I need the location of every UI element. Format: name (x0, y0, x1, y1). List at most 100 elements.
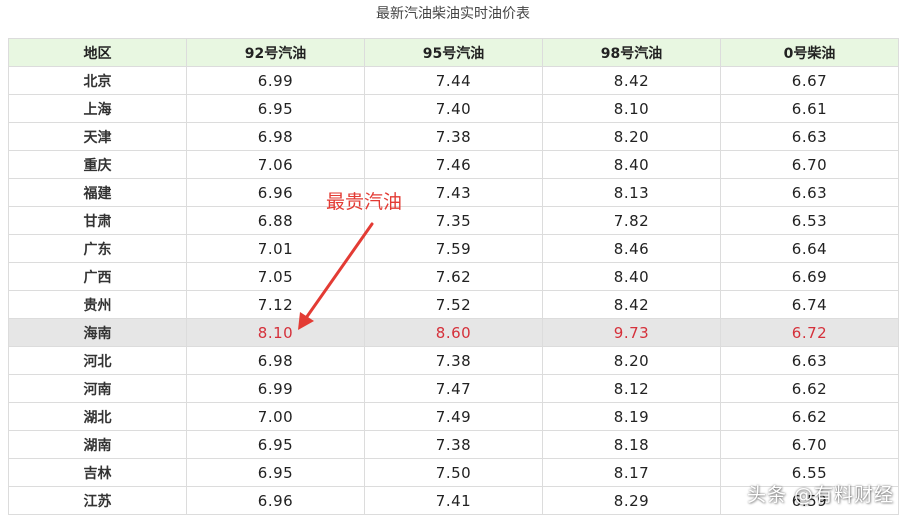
cell-98: 8.13 (542, 178, 721, 207)
table-row: 河南 6.99 7.47 8.12 6.62 (8, 374, 899, 403)
cell-95: 7.49 (364, 402, 543, 431)
cell-92: 6.98 (186, 122, 365, 151)
table-row: 天津 6.98 7.38 8.20 6.63 (8, 122, 899, 151)
cell-95: 7.52 (364, 290, 543, 319)
cell-region: 河北 (8, 346, 187, 375)
cell-92: 6.98 (186, 346, 365, 375)
header-diesel-0: 0号柴油 (720, 38, 899, 67)
cell-diesel-0: 6.63 (720, 346, 899, 375)
cell-98: 8.40 (542, 262, 721, 291)
cell-region: 上海 (8, 94, 187, 123)
cell-diesel-0: 6.70 (720, 150, 899, 179)
cell-92: 7.06 (186, 150, 365, 179)
cell-95: 7.40 (364, 94, 543, 123)
cell-diesel-0: 6.64 (720, 234, 899, 263)
cell-95: 8.60 (364, 318, 543, 347)
table-row: 湖北 7.00 7.49 8.19 6.62 (8, 402, 899, 431)
table-row: 海南 8.10 8.60 9.73 6.72 (8, 318, 899, 347)
cell-region: 江苏 (8, 486, 187, 515)
cell-diesel-0: 6.63 (720, 122, 899, 151)
cell-98: 8.42 (542, 66, 721, 95)
cell-region: 甘肃 (8, 206, 187, 235)
table-row: 北京 6.99 7.44 8.42 6.67 (8, 66, 899, 95)
table-body: 北京 6.99 7.44 8.42 6.67 上海 6.95 7.40 8.10 6.61 天津 6.… (8, 66, 899, 515)
table-header-row: 地区 92号汽油 95号汽油 98号汽油 0号柴油 (8, 38, 899, 67)
table-row: 福建 6.96 7.43 8.13 6.63 (8, 178, 899, 207)
cell-region: 贵州 (8, 290, 187, 319)
cell-92: 6.99 (186, 66, 365, 95)
table-row: 广西 7.05 7.62 8.40 6.69 (8, 262, 899, 291)
cell-region: 湖南 (8, 430, 187, 459)
cell-92: 8.10 (186, 318, 365, 347)
cell-98: 8.17 (542, 458, 721, 487)
cell-region: 河南 (8, 374, 187, 403)
cell-92: 6.99 (186, 374, 365, 403)
cell-region: 广东 (8, 234, 187, 263)
cell-95: 7.38 (364, 430, 543, 459)
cell-98: 8.20 (542, 346, 721, 375)
cell-region: 天津 (8, 122, 187, 151)
cell-92: 7.12 (186, 290, 365, 319)
header-95: 95号汽油 (364, 38, 543, 67)
cell-diesel-0: 6.70 (720, 430, 899, 459)
cell-92: 6.96 (186, 486, 365, 515)
table-row: 贵州 7.12 7.52 8.42 6.74 (8, 290, 899, 319)
table-row: 上海 6.95 7.40 8.10 6.61 (8, 94, 899, 123)
header-98: 98号汽油 (542, 38, 721, 67)
cell-98: 8.40 (542, 150, 721, 179)
fuel-price-table: 地区 92号汽油 95号汽油 98号汽油 0号柴油 北京 6.99 7.44 8.42… (8, 38, 899, 515)
cell-98: 9.73 (542, 318, 721, 347)
cell-95: 7.47 (364, 374, 543, 403)
cell-region: 吉林 (8, 458, 187, 487)
table-row: 湖南 6.95 7.38 8.18 6.70 (8, 430, 899, 459)
cell-diesel-0: 6.62 (720, 402, 899, 431)
cell-95: 7.62 (364, 262, 543, 291)
cell-region: 重庆 (8, 150, 187, 179)
cell-98: 8.46 (542, 234, 721, 263)
header-region: 地区 (8, 38, 187, 67)
cell-92: 6.95 (186, 458, 365, 487)
table-row: 甘肃 6.88 7.35 7.82 6.53 (8, 206, 899, 235)
cell-region: 广西 (8, 262, 187, 291)
cell-95: 7.38 (364, 122, 543, 151)
cell-diesel-0: 6.62 (720, 374, 899, 403)
cell-region: 北京 (8, 66, 187, 95)
cell-98: 8.18 (542, 430, 721, 459)
cell-diesel-0: 6.74 (720, 290, 899, 319)
cell-95: 7.59 (364, 234, 543, 263)
cell-95: 7.38 (364, 346, 543, 375)
cell-92: 6.95 (186, 430, 365, 459)
watermark: 头条 @有料财经 (746, 484, 894, 506)
cell-92: 7.00 (186, 402, 365, 431)
table-row: 重庆 7.06 7.46 8.40 6.70 (8, 150, 899, 179)
cell-92: 7.01 (186, 234, 365, 263)
annotation-label: 最贵汽油 (326, 191, 403, 213)
cell-98: 8.12 (542, 374, 721, 403)
cell-diesel-0: 6.53 (720, 206, 899, 235)
table-row: 广东 7.01 7.59 8.46 6.64 (8, 234, 899, 263)
cell-95: 7.46 (364, 150, 543, 179)
cell-diesel-0: 6.67 (720, 66, 899, 95)
cell-diesel-0: 6.69 (720, 262, 899, 291)
table-caption: 最新汽油柴油实时油价表 (376, 6, 530, 22)
cell-region: 湖北 (8, 402, 187, 431)
cell-92: 7.05 (186, 262, 365, 291)
cell-98: 7.82 (542, 206, 721, 235)
cell-98: 8.20 (542, 122, 721, 151)
cell-95: 7.50 (364, 458, 543, 487)
cell-95: 7.41 (364, 486, 543, 515)
cell-98: 8.10 (542, 94, 721, 123)
cell-region: 福建 (8, 178, 187, 207)
cell-diesel-0: 6.61 (720, 94, 899, 123)
cell-diesel-0: 6.63 (720, 178, 899, 207)
cell-92: 6.95 (186, 94, 365, 123)
cell-98: 8.19 (542, 402, 721, 431)
page: 最新汽油柴油实时油价表 地区 92号汽油 95号汽油 98号汽油 0号柴油 北京… (0, 0, 906, 519)
cell-98: 8.29 (542, 486, 721, 515)
cell-region: 海南 (8, 318, 187, 347)
cell-diesel-0: 6.72 (720, 318, 899, 347)
cell-98: 8.42 (542, 290, 721, 319)
table-row: 河北 6.98 7.38 8.20 6.63 (8, 346, 899, 375)
cell-95: 7.44 (364, 66, 543, 95)
header-92: 92号汽油 (186, 38, 365, 67)
